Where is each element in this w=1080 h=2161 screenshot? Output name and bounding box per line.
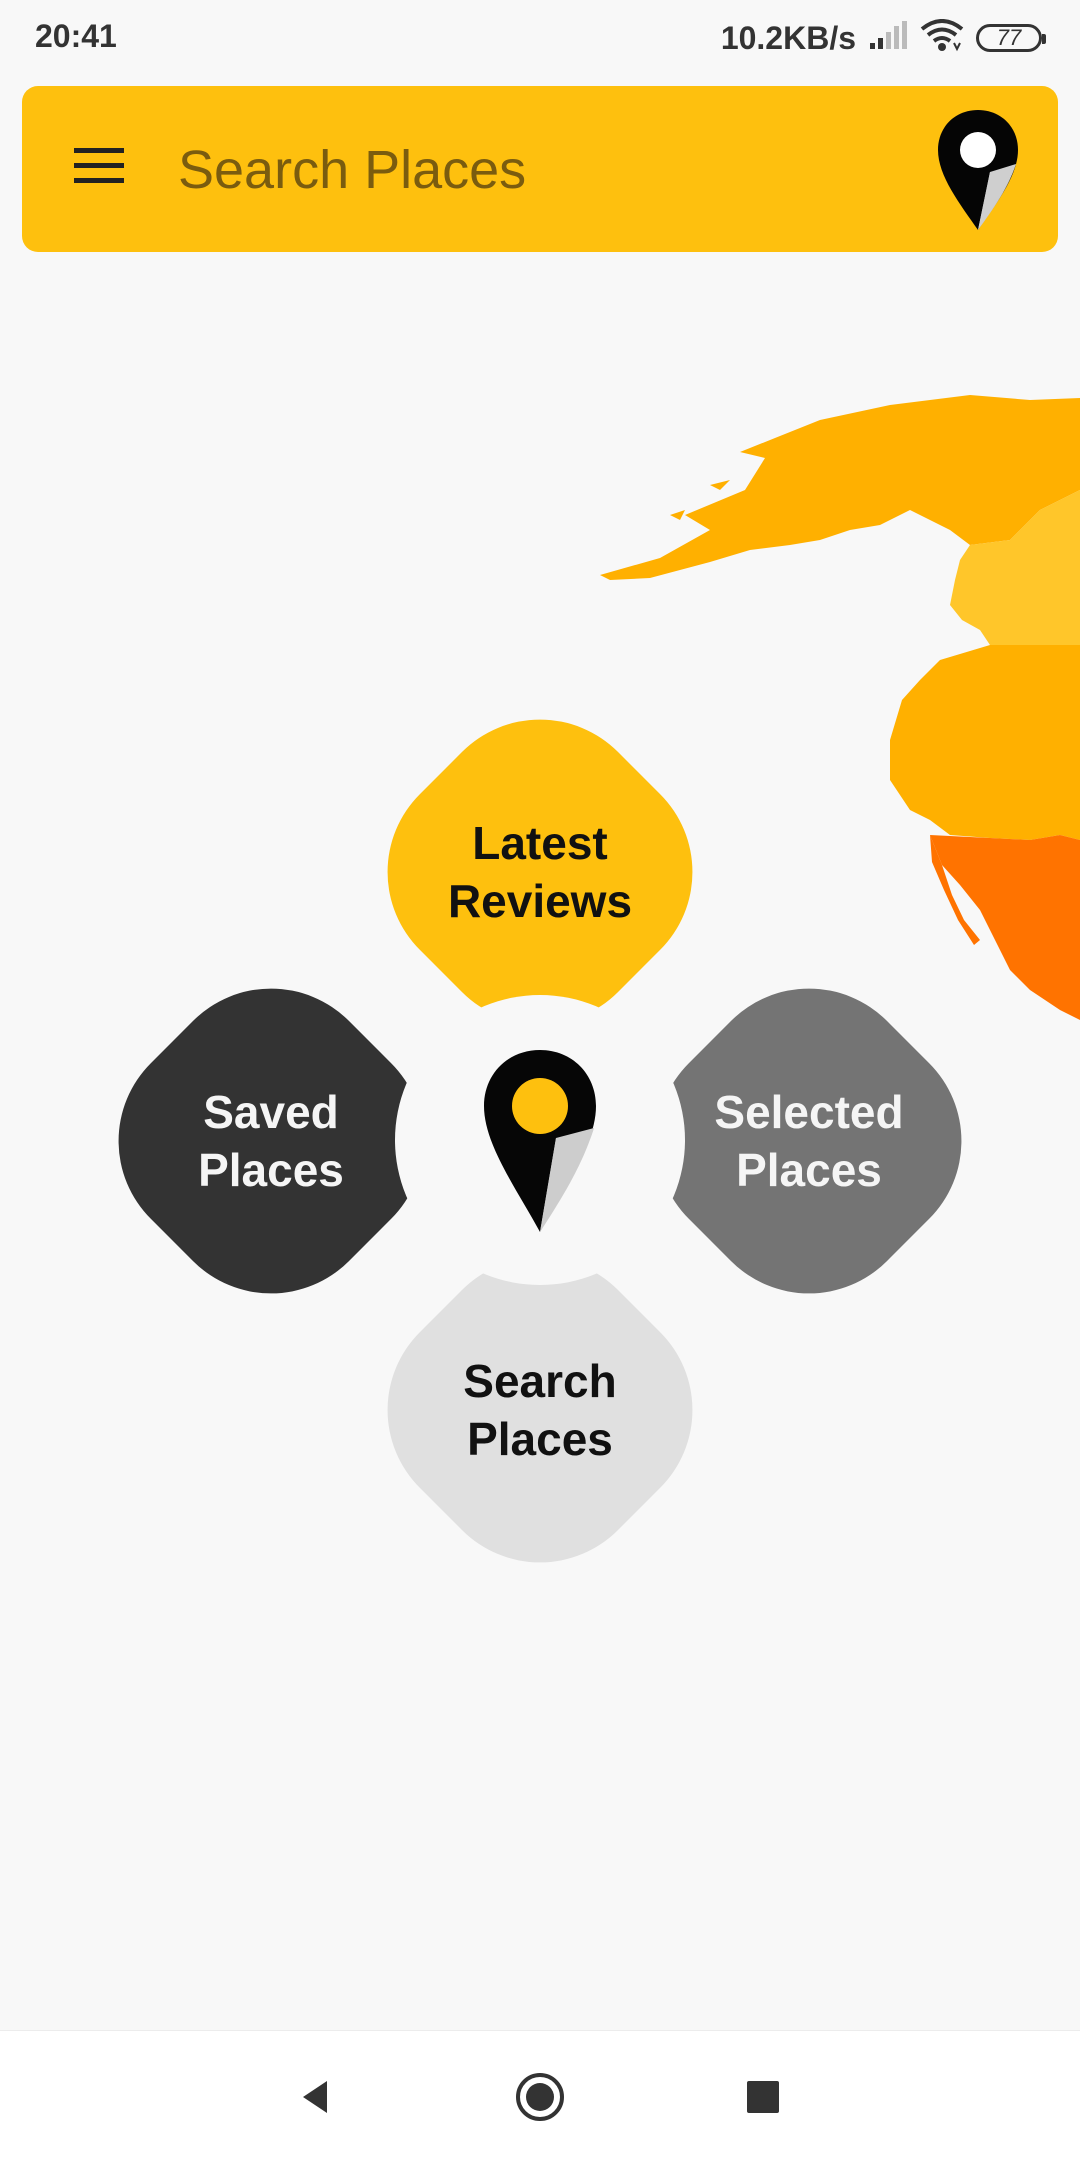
battery-icon: 77	[976, 24, 1046, 52]
signal-icon	[868, 20, 908, 56]
status-indicators: 10.2KB/s 77	[720, 16, 1046, 60]
wifi-icon	[920, 18, 964, 58]
latest-reviews-line2: Reviews	[447, 875, 633, 927]
search-places-label: Search Places	[390, 1352, 690, 1468]
selected-places-line2: Places	[736, 1144, 882, 1196]
search-places-line2: Places	[467, 1413, 613, 1465]
back-icon[interactable]	[285, 2067, 345, 2127]
latest-reviews-line1: Latest	[472, 817, 608, 869]
search-places-line1: Search	[463, 1355, 617, 1407]
status-bar: 20:41 10.2KB/s 77	[0, 0, 1080, 78]
network-speed: 10.2KB/s	[720, 19, 856, 56]
latest-reviews-label: Latest Reviews	[390, 814, 690, 930]
battery-level: 77	[996, 25, 1022, 50]
selected-places-label: Selected Places	[659, 1083, 959, 1199]
home-icon[interactable]	[510, 2067, 570, 2127]
location-pin-icon	[482, 1048, 598, 1234]
saved-places-label: Saved Places	[121, 1083, 421, 1199]
search-toolbar: Search Places	[22, 86, 1058, 252]
status-time: 20:41	[35, 18, 117, 54]
selected-places-line1: Selected	[714, 1086, 904, 1138]
saved-places-line2: Places	[198, 1144, 344, 1196]
search-input[interactable]: Search Places	[178, 138, 526, 202]
app-logo-pin-icon	[936, 108, 1020, 232]
saved-places-line1: Saved	[203, 1086, 339, 1138]
menu-icon[interactable]	[74, 146, 124, 186]
recent-apps-icon[interactable]	[733, 2067, 793, 2127]
system-nav-bar	[0, 2030, 1080, 2161]
